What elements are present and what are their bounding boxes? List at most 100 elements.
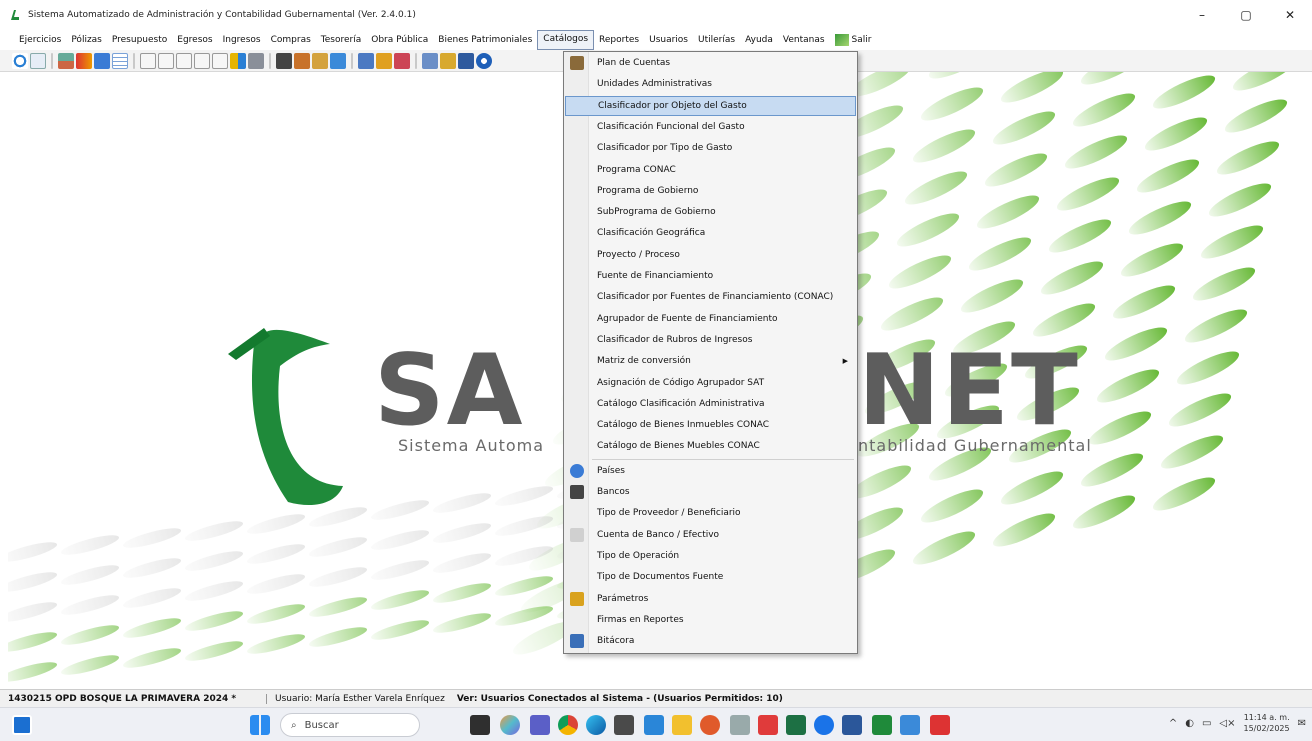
menu-item[interactable]: Tipo de Proveedor / Beneficiario [565,503,856,523]
menu-item[interactable]: Catálogo de Bienes Inmuebles CONAC [565,415,856,435]
puzzle-icon[interactable] [394,52,410,69]
book-icon[interactable] [94,52,110,69]
teams-icon[interactable] [530,715,550,735]
taskbar: ⌕ Buscar ^ ◐ ▭ ◁× 11:14 a. m. 15/02/2025 … [0,707,1312,741]
menu-item[interactable]: Bancos [565,482,856,502]
saacg-icon[interactable] [872,715,892,735]
menu-ejercicios[interactable]: Ejercicios [14,31,66,49]
form-p-icon[interactable] [212,52,228,69]
form-e-icon[interactable] [176,52,192,69]
menu-item[interactable]: Clasificador por Fuentes de Financiamien… [565,287,856,307]
cube-icon[interactable] [330,52,346,69]
menu-item[interactable]: Tipo de Documentos Fuente [565,567,856,587]
menu-item[interactable]: Parámetros [565,589,856,609]
menu-item[interactable]: Plan de Cuentas [565,53,856,73]
menu-item[interactable]: Clasificación Geográfica [565,223,856,243]
app-red-icon[interactable] [758,715,778,735]
image-app-icon[interactable] [900,715,920,735]
maximize-button[interactable]: ▢ [1224,0,1268,30]
form-i-icon[interactable] [194,52,210,69]
menu-catalogos[interactable]: Catálogos [537,30,595,50]
edge-icon[interactable] [586,715,606,735]
menu-bienes-patrimoniales[interactable]: Bienes Patrimoniales [433,31,537,49]
notification-icon[interactable]: ✉ [1298,718,1306,729]
menu-item[interactable]: Clasificador por Objeto del Gasto [565,95,856,116]
menu-obra-publica[interactable]: Obra Pública [366,31,433,49]
menu-item[interactable]: Catálogo de Bienes Muebles CONAC [565,436,856,456]
menu-ingresos[interactable]: Ingresos [218,31,266,49]
pdf-icon[interactable] [930,715,950,735]
table-icon[interactable] [112,52,128,69]
file-explorer-icon[interactable] [672,715,692,735]
brush-icon[interactable] [376,52,392,69]
browser-icon[interactable] [700,715,720,735]
photos-icon[interactable] [730,715,750,735]
menu-item-label: Programa de Gobierno [597,185,699,196]
widgets-icon[interactable] [12,715,32,735]
menu-item[interactable]: Cuenta de Banco / Efectivo [565,525,856,545]
users-icon[interactable] [58,52,74,69]
save-icon[interactable] [458,52,474,69]
menu-item[interactable]: SubPrograma de Gobierno [565,202,856,222]
task-view-icon[interactable] [470,715,490,735]
menu-usuarios[interactable]: Usuarios [644,31,693,49]
chrome-icon[interactable] [558,715,578,735]
hierarchy-icon[interactable] [422,52,438,69]
menu-tesoreria[interactable]: Tesorería [316,31,366,49]
word-icon[interactable] [842,715,862,735]
menu-item[interactable]: Tipo de Operación [565,546,856,566]
connected-users-link[interactable]: Ver: Usuarios Conectados al Sistema - (U… [445,694,783,704]
help-icon[interactable] [476,52,492,69]
menu-salir[interactable]: Salir [830,31,877,49]
menu-presupuesto[interactable]: Presupuesto [107,31,172,49]
volume-icon[interactable]: ◁× [1219,718,1235,729]
menu-item[interactable]: Matriz de conversión ▶ [565,351,856,371]
menu-reportes[interactable]: Reportes [594,31,644,49]
refresh-icon[interactable] [12,52,28,69]
menu-item[interactable]: Firmas en Reportes [565,610,856,630]
chevron-up-icon[interactable]: ^ [1169,718,1177,729]
menu-item[interactable]: Asignación de Código Agrupador SAT [565,373,856,393]
menu-item[interactable]: Fuente de Financiamiento [565,266,856,286]
menu-item[interactable]: Clasificador de Rubros de Ingresos [565,330,856,350]
excel-icon[interactable] [786,715,806,735]
box-icon[interactable] [312,52,328,69]
chart-icon[interactable] [230,52,246,69]
notes-icon[interactable] [358,52,374,69]
clipboard-icon[interactable] [276,52,292,69]
form-d-icon[interactable] [158,52,174,69]
clock[interactable]: 11:14 a. m. 15/02/2025 [1244,712,1290,734]
display-icon[interactable]: ▭ [1202,718,1211,729]
menu-ventanas[interactable]: Ventanas [778,31,830,49]
minimize-button[interactable]: – [1180,0,1224,30]
menu-ayuda[interactable]: Ayuda [740,31,778,49]
menu-egresos[interactable]: Egresos [172,31,217,49]
menu-polizas[interactable]: Pólizas [66,31,107,49]
start-icon[interactable] [250,715,270,735]
menu-item[interactable]: Unidades Administrativas [565,74,856,94]
close-button[interactable]: ✕ [1268,0,1312,30]
menu-item[interactable]: Proyecto / Proceso [565,245,856,265]
calculator-icon[interactable] [614,715,634,735]
menu-item[interactable]: Catálogo Clasificación Administrativa [565,394,856,414]
menu-utilerias[interactable]: Utilerías [693,31,740,49]
tools-icon[interactable] [294,52,310,69]
menu-item[interactable]: Programa CONAC [565,160,856,180]
network-icon[interactable]: ◐ [1185,718,1194,729]
form-c-icon[interactable] [140,52,156,69]
menu-item[interactable]: Programa de Gobierno [565,181,856,201]
menu-item[interactable]: Bitácora [565,631,856,651]
key-icon[interactable] [440,52,456,69]
taskbar-search[interactable]: ⌕ Buscar [280,713,420,737]
document-icon[interactable] [30,52,46,69]
menu-compras[interactable]: Compras [266,31,316,49]
menu-item[interactable]: Agrupador de Fuente de Financiamiento [565,309,856,329]
transfer-icon[interactable] [76,52,92,69]
app-icon-2[interactable] [644,715,664,735]
printer-icon[interactable] [248,52,264,69]
menu-item[interactable]: Países [565,461,856,481]
copilot-icon[interactable] [500,715,520,735]
menu-item[interactable]: Clasificación Funcional del Gasto [565,117,856,137]
chrome-2-icon[interactable] [814,715,834,735]
menu-item[interactable]: Clasificador por Tipo de Gasto [565,138,856,158]
